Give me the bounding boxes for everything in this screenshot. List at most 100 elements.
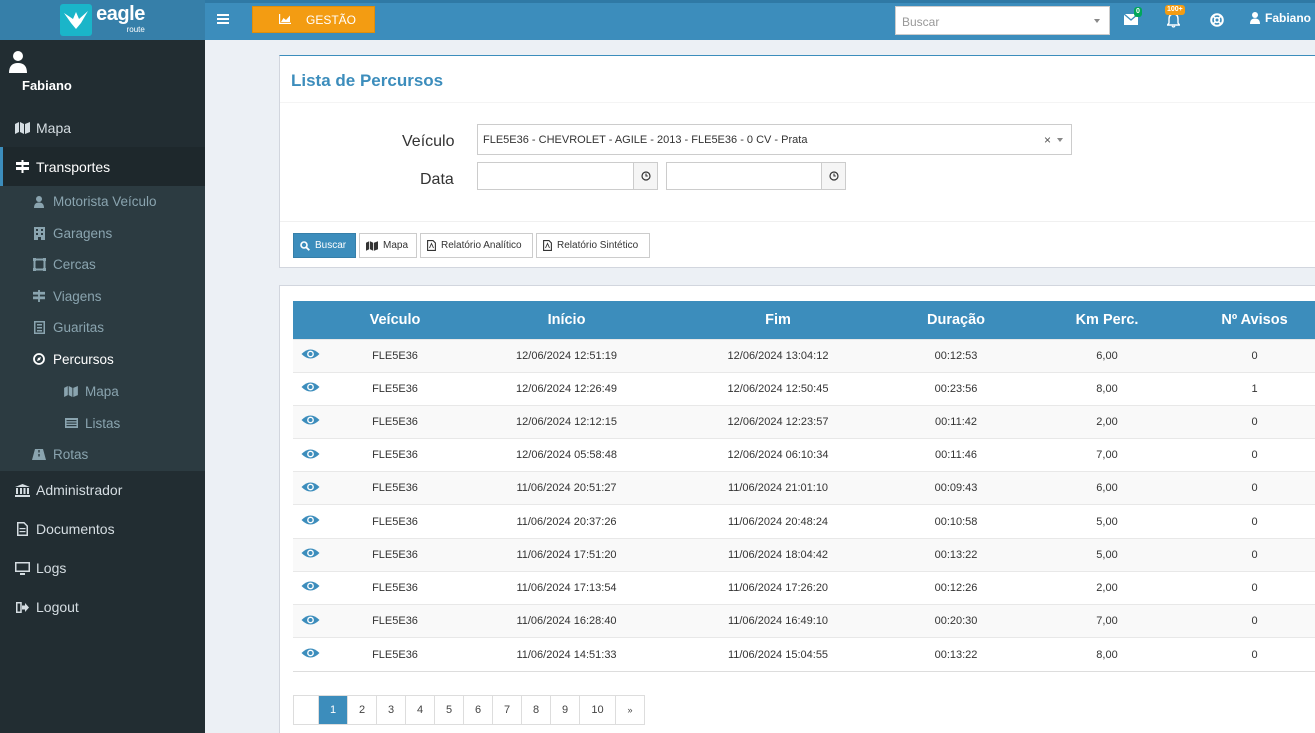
relatorio-analitico-button[interactable]: Relatório Analítico bbox=[420, 233, 533, 258]
sidebar-item-label: Administrador bbox=[36, 482, 123, 498]
sidebar-item-cercas[interactable]: Cercas bbox=[0, 249, 205, 281]
sidebar-item-garagens[interactable]: Garagens bbox=[0, 218, 205, 250]
guard-icon bbox=[32, 321, 46, 335]
eye-icon[interactable] bbox=[301, 414, 320, 426]
cell-fim: 12/06/2024 06:10:34 bbox=[727, 449, 829, 462]
sidebar-item-label: Viagens bbox=[53, 288, 102, 304]
cell-duracao: 00:12:53 bbox=[934, 349, 978, 362]
pagination-page[interactable]: 8 bbox=[521, 696, 550, 724]
sidebar-item-documentos[interactable]: Documentos bbox=[0, 510, 205, 549]
mapa-button[interactable]: Mapa bbox=[359, 233, 417, 258]
sidebar-item-transportes[interactable]: Transportes bbox=[0, 147, 205, 186]
cell-fim: 11/06/2024 15:04:55 bbox=[727, 648, 829, 661]
cell-fim: 12/06/2024 12:50:45 bbox=[727, 382, 829, 395]
cell-inicio: 11/06/2024 17:51:20 bbox=[516, 548, 617, 561]
sidebar-item-percursos[interactable]: Percursos bbox=[0, 344, 205, 376]
cell-n-avisos: 0 bbox=[1251, 548, 1258, 561]
relatorio-sintetico-button[interactable]: Relatório Sintético bbox=[536, 233, 650, 258]
sidebar-item-logout[interactable]: Logout bbox=[0, 588, 205, 627]
logo[interactable]: eagle route bbox=[0, 0, 205, 40]
messages-badge: 0 bbox=[1134, 7, 1142, 17]
page-title: Lista de Percursos bbox=[291, 71, 444, 90]
pagination-page[interactable]: 7 bbox=[492, 696, 521, 724]
table-row: FLE5E36 11/06/2024 17:51:20 11/06/2024 18:… bbox=[293, 538, 1315, 572]
table-row: FLE5E36 11/06/2024 17:13:54 11/06/2024 17:… bbox=[293, 571, 1315, 605]
sidebar-item-motorista-veiculo[interactable]: Motorista Veículo bbox=[0, 186, 205, 218]
data-label: Data bbox=[420, 171, 454, 188]
sidebar-item-viagens[interactable]: Viagens bbox=[0, 281, 205, 313]
eye-icon[interactable] bbox=[301, 647, 320, 659]
divider bbox=[280, 221, 1315, 222]
clear-selection-icon[interactable]: × bbox=[1044, 133, 1051, 147]
view-cell bbox=[293, 372, 329, 405]
cell-km-perc: 6,00 bbox=[1096, 349, 1118, 362]
pagination-page[interactable]: 1 bbox=[318, 696, 347, 724]
sidebar-item-logs[interactable]: Logs bbox=[0, 549, 205, 588]
user-menu[interactable]: Fabiano I bbox=[1250, 11, 1315, 25]
sidebar-item-percursos-mapa[interactable]: Mapa bbox=[0, 375, 205, 407]
road-icon bbox=[32, 448, 46, 462]
buscar-button[interactable]: Buscar bbox=[293, 233, 356, 258]
results-panel: Veículo Início Fim Duração Km Perc. Nº A… bbox=[279, 285, 1315, 733]
gestao-button[interactable]: GESTÃO bbox=[252, 6, 375, 33]
column-header-veiculo[interactable]: Veículo bbox=[329, 301, 461, 339]
eye-icon[interactable] bbox=[301, 348, 320, 360]
eye-icon[interactable] bbox=[301, 481, 320, 493]
eye-icon[interactable] bbox=[301, 614, 320, 626]
sidebar-item-administrador[interactable]: Administrador bbox=[0, 471, 205, 510]
cell-fim: 11/06/2024 20:48:24 bbox=[727, 515, 829, 528]
pagination-page[interactable]: 3 bbox=[376, 696, 405, 724]
sidebar-item-label: Mapa bbox=[85, 383, 119, 399]
pagination-page[interactable]: 9 bbox=[550, 696, 579, 724]
user-avatar-icon bbox=[9, 51, 27, 73]
date-start-input[interactable] bbox=[477, 162, 634, 190]
cell-km-perc: 8,00 bbox=[1096, 382, 1118, 395]
date-end-picker-button[interactable] bbox=[822, 162, 846, 190]
pagination-page[interactable]: 4 bbox=[405, 696, 434, 724]
fence-icon bbox=[32, 258, 46, 272]
cell-veiculo: FLE5E36 bbox=[372, 482, 418, 495]
pagination-next[interactable]: » bbox=[615, 696, 644, 724]
cell-veiculo: FLE5E36 bbox=[372, 548, 418, 561]
pagination-page[interactable]: 5 bbox=[434, 696, 463, 724]
cell-duracao: 00:23:56 bbox=[934, 382, 978, 395]
messages-button[interactable]: 0 bbox=[1123, 7, 1142, 28]
date-end-input[interactable] bbox=[666, 162, 822, 190]
veiculo-select[interactable]: FLE5E36 - CHEVROLET - AGILE - 2013 - FLE… bbox=[477, 124, 1072, 155]
cell-n-avisos: 0 bbox=[1251, 415, 1258, 428]
cell-duracao: 00:11:46 bbox=[934, 449, 977, 462]
sidebar-item-percursos-listas[interactable]: Listas bbox=[0, 407, 205, 439]
eye-icon[interactable] bbox=[301, 381, 320, 393]
list-icon bbox=[64, 416, 78, 430]
column-header-n-avisos[interactable]: Nº Avisos bbox=[1186, 301, 1315, 339]
date-start-picker-button[interactable] bbox=[634, 162, 658, 190]
sidebar-item-rotas[interactable]: Rotas bbox=[0, 439, 205, 471]
eye-icon[interactable] bbox=[301, 580, 320, 592]
support-button[interactable] bbox=[1210, 12, 1226, 28]
hamburger-menu-icon[interactable] bbox=[217, 12, 231, 26]
cell-veiculo: FLE5E36 bbox=[372, 515, 418, 528]
eye-icon[interactable] bbox=[301, 547, 320, 559]
global-search-select[interactable]: Buscar bbox=[895, 6, 1110, 35]
column-header-km-perc[interactable]: Km Perc. bbox=[1028, 301, 1186, 339]
notifications-button[interactable]: 100+ bbox=[1165, 5, 1185, 28]
percursos-table-wrapper: Veículo Início Fim Duração Km Perc. Nº A… bbox=[293, 301, 1315, 672]
sidebar-item-mapa[interactable]: Mapa bbox=[0, 108, 205, 147]
column-header-duracao[interactable]: Duração bbox=[884, 301, 1028, 339]
notifications-badge: 100+ bbox=[1165, 5, 1185, 15]
column-header-fim[interactable]: Fim bbox=[672, 301, 884, 339]
cell-duracao: 00:09:43 bbox=[934, 482, 978, 495]
cell-inicio: 11/06/2024 17:13:54 bbox=[516, 581, 617, 594]
pagination-page[interactable]: 2 bbox=[347, 696, 376, 724]
eye-icon[interactable] bbox=[301, 514, 320, 526]
eye-icon[interactable] bbox=[301, 448, 320, 460]
sidebar-item-label: Documentos bbox=[36, 521, 115, 537]
sidebar-item-label: Guaritas bbox=[53, 320, 105, 336]
pagination-page[interactable]: 10 bbox=[579, 696, 615, 724]
sidebar-item-guaritas[interactable]: Guaritas bbox=[0, 312, 205, 344]
cell-inicio: 12/06/2024 12:26:49 bbox=[516, 382, 617, 395]
cell-n-avisos: 0 bbox=[1251, 449, 1258, 462]
pagination-page[interactable]: 6 bbox=[463, 696, 492, 724]
view-cell bbox=[293, 339, 329, 372]
column-header-inicio[interactable]: Início bbox=[461, 301, 672, 339]
